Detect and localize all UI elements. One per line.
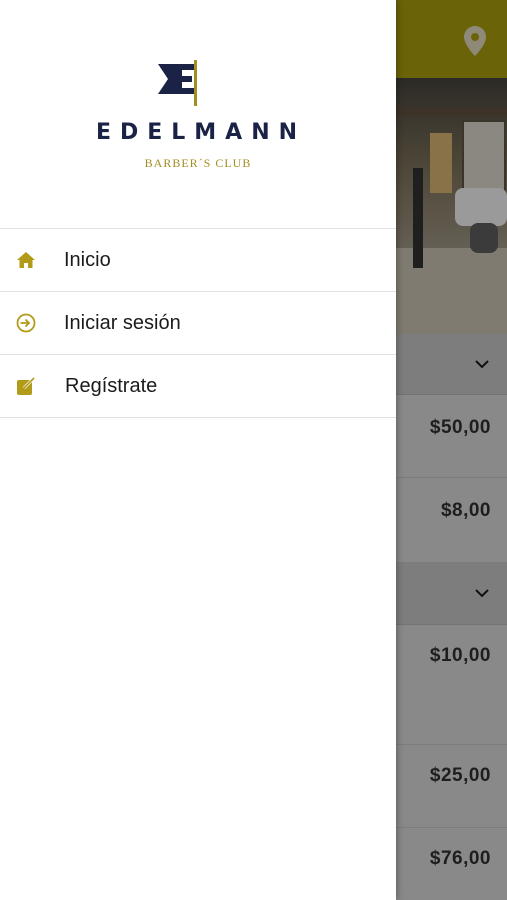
- brand-name: EDELMANN: [95, 120, 307, 145]
- drawer-menu: Inicio Iniciar sesión Regístrate: [0, 228, 396, 418]
- brand-logo: EDELMANN BARBER´S CLUB: [0, 0, 396, 228]
- location-pin-icon: [464, 26, 486, 56]
- drawer-item-registrate[interactable]: Regístrate: [0, 355, 396, 418]
- service-price: $10,00: [429, 645, 491, 666]
- brand-subtitle: BARBER´S CLUB: [144, 156, 252, 170]
- register-icon: [16, 376, 36, 396]
- drawer-item-label: Iniciar sesión: [64, 311, 181, 334]
- drawer-item-label: Regístrate: [65, 374, 158, 397]
- edelmann-flag-logo-icon: [158, 60, 197, 106]
- home-icon: [16, 250, 36, 270]
- drawer-item-inicio[interactable]: Inicio: [0, 229, 396, 292]
- drawer-item-label: Inicio: [64, 248, 111, 271]
- chevron-down-icon: [475, 360, 489, 369]
- chevron-down-icon: [475, 589, 489, 598]
- service-price: $8,00: [440, 500, 491, 521]
- login-icon: [16, 313, 36, 333]
- service-price: $50,00: [429, 417, 491, 438]
- drawer-item-iniciar-sesion[interactable]: Iniciar sesión: [0, 292, 396, 355]
- service-price: $25,00: [429, 765, 491, 786]
- location-button[interactable]: [458, 24, 492, 58]
- service-price: $76,00: [429, 848, 491, 869]
- navigation-drawer: EDELMANN BARBER´S CLUB Inicio Iniciar se…: [0, 0, 396, 900]
